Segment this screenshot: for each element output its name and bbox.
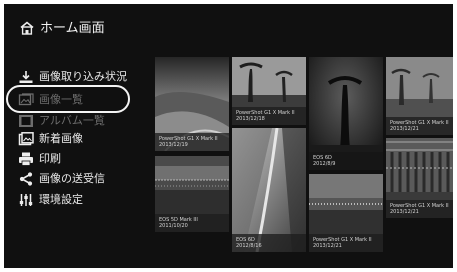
image-thumbnail[interactable]: PowerShot G1 X Mark II 2013/12/18 — [232, 57, 306, 125]
sidebar-item-label: 印刷 — [39, 152, 61, 165]
sidebar-item-preferences[interactable]: 環境設定 — [4, 190, 154, 210]
thumbnail-caption: PowerShot G1 X Mark II 2013/12/18 — [232, 107, 306, 125]
image-thumbnail[interactable]: PowerShot G1 X Mark II 2013/12/21 — [309, 174, 383, 252]
thumbnail-caption: PowerShot G1 X Mark II 2013/12/21 — [309, 234, 383, 252]
capture-date: 2012/8/9 — [313, 161, 336, 167]
image-thumbnail[interactable]: PowerShot G1 X Mark II 2013/12/21 — [386, 138, 453, 218]
sidebar-item-label: アルバム一覧 — [39, 114, 105, 127]
header: ホーム画面 — [4, 4, 453, 48]
share-icon — [19, 172, 33, 186]
sidebar-item-send-receive[interactable]: 画像の送受信 — [4, 169, 154, 189]
album-icon — [19, 115, 33, 127]
thumbnail-caption: PowerShot G1 X Mark II 2013/12/21 — [386, 117, 453, 135]
sidebar-item-label: 環境設定 — [39, 193, 83, 206]
capture-date: 2011/10/20 — [159, 223, 188, 229]
capture-date: 2013/12/19 — [159, 142, 188, 148]
sidebar-item-import-status[interactable]: 画像取り込み状況 — [4, 67, 154, 87]
image-thumbnail[interactable]: PowerShot G1 X Mark II 2013/12/19 — [155, 57, 229, 151]
thumbnail-caption: PowerShot G1 X Mark II 2013/12/21 — [386, 200, 453, 218]
sidebar-item-new-images[interactable]: 新着画像 — [4, 129, 154, 149]
home-screen: ホーム画面 画像取り込み状況 画像一覧 アルバム一覧 新着画像 印刷 画像の送受… — [4, 4, 453, 268]
thumbnail-caption: EOS 5D Mark III 2011/10/20 — [155, 214, 229, 232]
settings-icon — [19, 194, 33, 206]
sidebar-item-label: 新着画像 — [39, 132, 83, 145]
capture-date: 2013/12/21 — [390, 126, 419, 132]
import-icon — [19, 71, 33, 83]
capture-date: 2012/8/16 — [236, 243, 262, 249]
home-icon[interactable] — [20, 21, 34, 35]
image-thumbnail[interactable]: EOS 5D Mark III 2011/10/20 — [155, 156, 229, 232]
thumbnail-caption: PowerShot G1 X Mark II 2013/12/19 — [155, 133, 229, 151]
sidebar-item-label: 画像の送受信 — [39, 172, 105, 185]
sidebar-item-label: 画像取り込み状況 — [39, 70, 127, 83]
sidebar-item-album-list[interactable]: アルバム一覧 — [4, 111, 154, 131]
image-thumbnail[interactable]: PowerShot G1 X Mark II 2013/12/21 — [386, 57, 453, 135]
thumbnail-caption: EOS 6D 2012/8/9 — [309, 152, 383, 170]
selection-highlight-ring — [6, 85, 130, 113]
thumbnail-caption: EOS 6D 2012/8/16 — [232, 234, 306, 252]
capture-date: 2013/12/18 — [236, 116, 265, 122]
new-images-icon — [18, 132, 34, 146]
capture-date: 2013/12/21 — [313, 243, 342, 249]
page-title: ホーム画面 — [40, 21, 105, 36]
capture-date: 2013/12/21 — [390, 209, 419, 215]
printer-icon — [19, 152, 33, 166]
image-thumbnail[interactable]: EOS 6D 2012/8/9 — [309, 57, 383, 170]
sidebar-item-print[interactable]: 印刷 — [4, 149, 154, 169]
image-thumbnail[interactable]: EOS 6D 2012/8/16 — [232, 128, 306, 252]
